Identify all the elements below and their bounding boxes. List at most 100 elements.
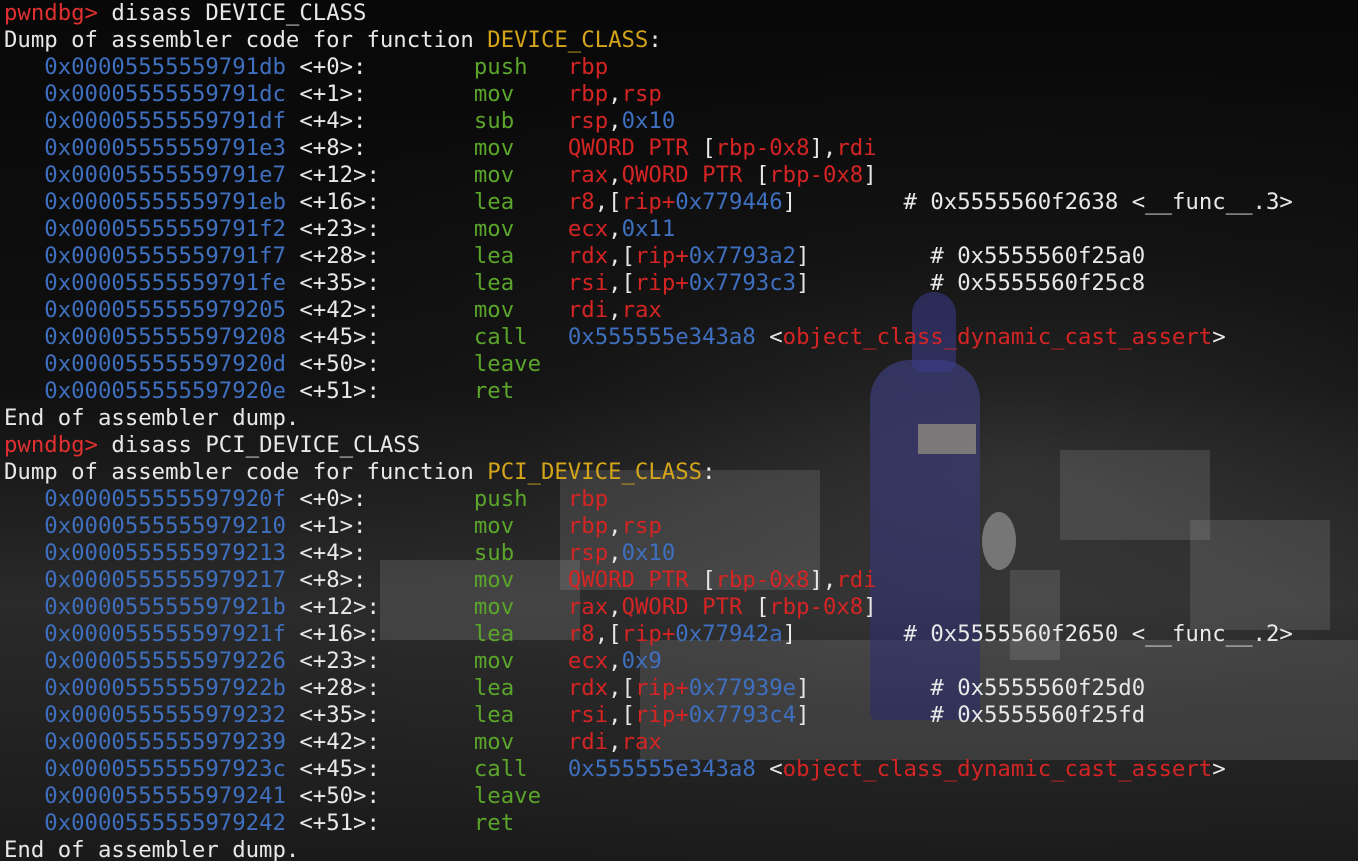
instruction-offset: <+23>: (299, 648, 474, 674)
operand: rsp (567, 540, 609, 566)
operand: ecx (567, 648, 609, 674)
instruction-row: 0x000055555597923c <+45>: call 0x555555e… (4, 756, 1293, 783)
instruction-offset: <+45>: (299, 324, 474, 350)
operand: QWORD PTR (621, 594, 743, 620)
terminal-window[interactable]: pwndbg> disass DEVICE_CLASS Dump of assem… (0, 0, 1358, 861)
operand: ] (796, 270, 810, 296)
operand: 0x555555e343a8 (567, 324, 756, 350)
operand: rbp-0x8 (769, 162, 864, 188)
instruction-row: 0x00005555559791eb <+16>: lea r8,[rip+0x… (4, 189, 1293, 216)
instruction-address: 0x0000555555979226 (44, 648, 286, 674)
instruction-row: 0x0000555555979232 <+35>: lea rsi,[rip+0… (4, 702, 1293, 729)
operand: rax (621, 729, 662, 755)
instruction-comment: # 0x5555560f2650 <__func__.2> (796, 621, 1293, 647)
instruction-address: 0x000055555597921f (44, 621, 286, 647)
instruction-address: 0x0000555555979208 (44, 324, 286, 350)
operand: 0x555555e343a8 (567, 756, 756, 782)
operand: [ (742, 594, 770, 620)
operand: rdx (567, 243, 609, 269)
operand: < (755, 756, 783, 782)
instruction-row: 0x0000555555979241 <+50>: leave (4, 783, 1293, 810)
instruction-comment: # 0x5555560f2638 <__func__.3> (796, 189, 1293, 215)
instruction-row: 0x00005555559791f2 <+23>: mov ecx,0x11 (4, 216, 1293, 243)
instruction-mnemonic: lea (473, 675, 568, 701)
instruction-mnemonic: ret (473, 810, 568, 836)
operand: QWORD PTR (567, 567, 689, 593)
instruction-mnemonic: mov (473, 648, 568, 674)
operand: rdi (567, 729, 609, 755)
dump-header: Dump of assembler code for function PCI_… (4, 459, 1293, 486)
instruction-address: 0x00005555559791f7 (44, 243, 286, 269)
instruction-mnemonic: mov (473, 513, 568, 539)
instruction-address: 0x00005555559791eb (44, 189, 286, 215)
operand: ,[ (608, 270, 635, 296)
dump-footer: End of assembler dump. (4, 405, 1293, 432)
instruction-offset: <+12>: (299, 162, 474, 188)
instruction-mnemonic: leave (473, 783, 568, 809)
instruction-offset: <+50>: (299, 351, 474, 377)
instruction-row: 0x0000555555979217 <+8>: mov QWORD PTR [… (4, 567, 1293, 594)
operand: rax (567, 162, 609, 188)
instruction-row: 0x000055555597922b <+28>: lea rdx,[rip+0… (4, 675, 1293, 702)
operand: > (1212, 756, 1226, 782)
operand: ] (796, 675, 810, 701)
dump-header-colon: : (702, 459, 716, 485)
operand: ] (796, 243, 810, 269)
operand: 0x7793a2 (688, 243, 797, 269)
instruction-row: 0x000055555597921b <+12>: mov rax,QWORD … (4, 594, 1293, 621)
operand: rip+ (621, 189, 676, 215)
instruction-row: 0x00005555559791dc <+1>: mov rbp,rsp (4, 81, 1293, 108)
instruction-row: 0x0000555555979208 <+45>: call 0x555555e… (4, 324, 1293, 351)
operand: 0x779446 (675, 189, 783, 215)
operand: rip+ (621, 621, 676, 647)
instruction-mnemonic: mov (473, 216, 568, 242)
command-line: pwndbg> disass PCI_DEVICE_CLASS (4, 432, 1293, 459)
instruction-mnemonic: lea (473, 702, 568, 728)
operand: ] (863, 162, 877, 188)
operand: rip+ (634, 702, 689, 728)
operand: 0x10 (621, 540, 676, 566)
operand: rdi (836, 135, 877, 161)
instruction-offset: <+51>: (299, 378, 474, 404)
operand: ,[ (608, 675, 635, 701)
instruction-mnemonic: mov (473, 567, 568, 593)
command-text: disass DEVICE_CLASS (111, 0, 367, 26)
operand: rax (567, 594, 609, 620)
instruction-address: 0x00005555559791e7 (44, 162, 286, 188)
instruction-row: 0x00005555559791fe <+35>: lea rsi,[rip+0… (4, 270, 1293, 297)
instruction-address: 0x000055555597920d (44, 351, 286, 377)
command-line: pwndbg> disass DEVICE_CLASS (4, 0, 1293, 27)
instruction-address: 0x00005555559791fe (44, 270, 286, 296)
operand: 0x7793c4 (688, 702, 797, 728)
prompt-label: pwndbg> (4, 432, 98, 458)
instruction-mnemonic: call (473, 756, 568, 782)
operand: ecx (567, 216, 609, 242)
operand: rsp (621, 81, 662, 107)
operand: 0x77942a (675, 621, 783, 647)
operand: , (608, 297, 622, 323)
operand: rsi (567, 270, 609, 296)
instruction-offset: <+8>: (299, 567, 474, 593)
instruction-address: 0x00005555559791dc (44, 81, 286, 107)
operand: ] (863, 594, 877, 620)
operand: [ (688, 135, 716, 161)
operand: , (608, 594, 622, 620)
instruction-row: 0x000055555597920f <+0>: push rbp (4, 486, 1293, 513)
function-name: PCI_DEVICE_CLASS (487, 459, 703, 485)
instruction-mnemonic: lea (473, 621, 568, 647)
instruction-offset: <+0>: (299, 54, 474, 80)
command-text: disass PCI_DEVICE_CLASS (111, 432, 421, 458)
operand: rbp (567, 486, 609, 512)
dump-header-colon: : (648, 27, 662, 53)
instruction-mnemonic: push (473, 54, 568, 80)
instruction-offset: <+4>: (299, 108, 474, 134)
operand: > (1212, 324, 1226, 350)
instruction-address: 0x000055555597922b (44, 675, 286, 701)
instruction-address: 0x00005555559791df (44, 108, 286, 134)
function-name: DEVICE_CLASS (487, 27, 649, 53)
instruction-address: 0x0000555555979232 (44, 702, 286, 728)
terminal-output: pwndbg> disass DEVICE_CLASS Dump of assem… (4, 0, 1293, 861)
instruction-row: 0x0000555555979239 <+42>: mov rdi,rax (4, 729, 1293, 756)
instruction-offset: <+23>: (299, 216, 474, 242)
instruction-address: 0x0000555555979213 (44, 540, 286, 566)
